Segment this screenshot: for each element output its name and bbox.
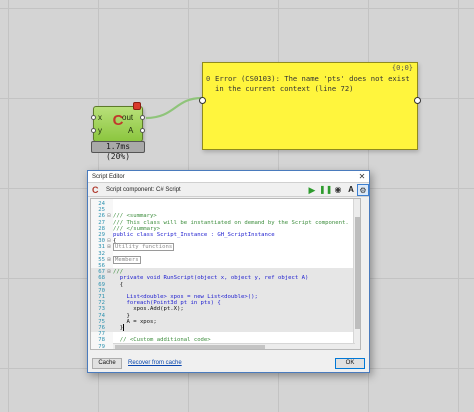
csharp-logo-icon: C — [92, 185, 99, 195]
window-title: Script Editor — [92, 174, 125, 180]
horizontal-scrollbar[interactable] — [113, 343, 355, 349]
panel-output-grip[interactable] — [414, 97, 421, 104]
gear-icon[interactable]: ⚙ — [357, 184, 369, 196]
recover-from-cache-link[interactable]: Recover from cache — [128, 360, 182, 366]
input-grip-y[interactable] — [91, 128, 96, 133]
close-icon[interactable]: ✕ — [355, 171, 369, 182]
input-grip-x[interactable] — [91, 115, 96, 120]
panel-error-message: Error (CS0103): The name 'pts' does not … — [215, 74, 410, 93]
editor-toolbar: C Script component: C# Script ▶ ❚❚ ◉ A ⚙ — [88, 183, 369, 197]
vertical-scroll-thumb[interactable] — [355, 217, 360, 329]
panel-path-header: {0;0} — [391, 64, 413, 72]
output-grip-a[interactable] — [140, 128, 145, 133]
run-icon[interactable]: ▶ — [306, 184, 318, 196]
pause-icon[interactable]: ❚❚ — [319, 184, 332, 196]
cache-button[interactable]: Cache — [92, 358, 122, 369]
output-a-label: A — [128, 126, 134, 135]
input-y-label: y — [98, 126, 102, 135]
bottom-bar: Cache Recover from cache OK — [88, 353, 369, 373]
code-editor[interactable]: 24 25 26 ⊟/// <summary> 27/// This class wil… — [90, 198, 361, 350]
line-number: 79 — [98, 343, 105, 350]
input-x-label: x — [98, 113, 102, 122]
error-panel[interactable]: {0;0} 0 Error (CS0103): The name 'pts' d… — [199, 62, 421, 150]
eye-icon[interactable]: ◉ — [332, 184, 344, 196]
output-grip-out[interactable] — [140, 115, 145, 120]
panel-input-grip[interactable] — [199, 97, 206, 104]
script-editor-window: Script Editor ✕ C Script component: C# S… — [87, 170, 370, 373]
panel-item-index: 0 — [206, 75, 211, 83]
vertical-scrollbar[interactable] — [353, 199, 360, 349]
horizontal-scroll-thumb[interactable] — [115, 345, 265, 349]
font-button[interactable]: A — [345, 184, 357, 196]
output-out-label: out — [122, 113, 134, 122]
toolbar-title: Script component: C# Script — [106, 187, 181, 193]
csharp-script-component[interactable]: x y C out A — [91, 102, 145, 142]
ok-button[interactable]: OK — [335, 358, 365, 369]
profiler-timer: 1.7ms (20%) — [91, 141, 145, 161]
window-titlebar[interactable]: Script Editor ✕ — [88, 171, 369, 183]
error-flag-icon — [133, 102, 141, 110]
